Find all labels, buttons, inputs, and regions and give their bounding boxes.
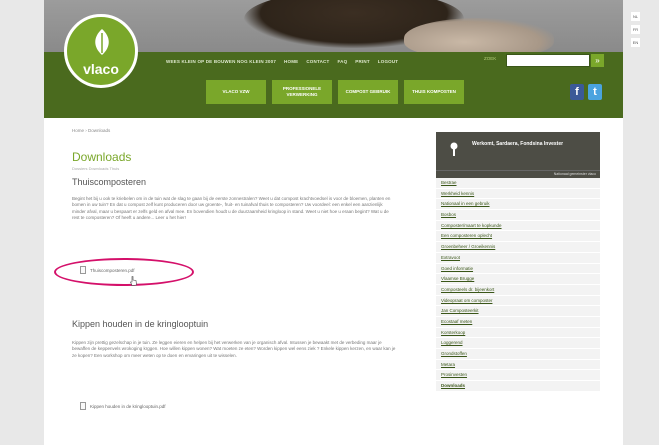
- sidebar: Werkomt, Sardaera, Fondsina Invester Nat…: [436, 132, 600, 392]
- sidebar-item-downloads[interactable]: Downloads: [436, 381, 600, 392]
- main-nav-compost-gebruik[interactable]: COMPOST GEBRUIK: [338, 80, 398, 104]
- breadcrumb[interactable]: Home › Downloads: [72, 128, 110, 133]
- sidebar-title: Werkomt, Sardaera, Fondsina Invester: [472, 141, 564, 147]
- footer: [44, 430, 623, 445]
- sidebar-item[interactable]: Korsterkoop: [436, 327, 600, 339]
- section-text-thuiscomposteren: Begint het bij u ook te kriebelen om in …: [72, 196, 391, 221]
- top-nav-logout[interactable]: LOGOUT: [378, 59, 398, 64]
- sidebar-item[interactable]: Prosinvesten: [436, 370, 600, 382]
- sidebar-item[interactable]: Werkheid kennis: [436, 188, 600, 200]
- sidebar-item[interactable]: Metara: [436, 359, 600, 371]
- search-input[interactable]: [506, 54, 590, 67]
- page: vlaco WEES KLEIN OP DE BOUWEN NOG KLEIN …: [44, 0, 623, 445]
- page-title: Downloads: [72, 150, 132, 164]
- section-title-thuiscomposteren: Thuiscomposteren: [72, 177, 147, 187]
- leaf-icon: [95, 29, 109, 55]
- search-button[interactable]: »: [591, 54, 604, 67]
- top-nav-print[interactable]: PRINT: [355, 59, 370, 64]
- sidebar-header: Werkomt, Sardaera, Fondsina Invester: [436, 132, 600, 170]
- download-label[interactable]: Kippen houden in de kringlooptuin.pdf: [90, 404, 166, 409]
- sub-breadcrumb[interactable]: Dossiers Downloads Thuis: [72, 166, 119, 171]
- top-nav-contact[interactable]: CONTACT: [306, 59, 329, 64]
- sidebar-item[interactable]: Composteels dr. bijeenkort: [436, 284, 600, 296]
- sidebar-item[interactable]: Goed informatie: [436, 263, 600, 275]
- sidebar-item[interactable]: Jan Composteerkit: [436, 306, 600, 317]
- sidebar-item[interactable]: Bestrae: [436, 178, 600, 189]
- sidebar-item[interactable]: Videopraat om composter: [436, 295, 600, 307]
- header: vlaco WEES KLEIN OP DE BOUWEN NOG KLEIN …: [44, 0, 623, 118]
- sidebar-item[interactable]: Grondstoffen: [436, 349, 600, 360]
- main-nav: VLACO VZW PROFESSIONELE VERWERKING COMPO…: [206, 80, 464, 104]
- language-tab-en[interactable]: EN: [631, 38, 640, 47]
- main-nav-vlaco-vzw[interactable]: VLACO VZW: [206, 80, 266, 104]
- sidebar-item[interactable]: Bosbos: [436, 210, 600, 221]
- hand-cursor-icon: [130, 276, 137, 286]
- sidebar-item[interactable]: Groenbeheer / Groeikennis: [436, 242, 600, 253]
- vlaco-logo[interactable]: vlaco: [64, 14, 138, 88]
- section-title-kippen: Kippen houden in de kringlooptuin: [72, 319, 209, 329]
- pdf-file-icon: [80, 402, 86, 410]
- sidebar-subline: Nationaal gemeinster vlaco: [436, 170, 600, 178]
- section-text-kippen: Kippen zijn prettig gezelschap in je tui…: [72, 340, 396, 358]
- search-label: ZOEK: [484, 56, 497, 61]
- sidebar-item[interactable]: Vlaamse Brugge: [436, 274, 600, 285]
- sidebar-item[interactable]: Extravoot: [436, 252, 600, 264]
- download-link-kippen[interactable]: Kippen houden in de kringlooptuin.pdf: [80, 402, 166, 410]
- key-icon: [450, 142, 458, 156]
- main-nav-thuis-komposten[interactable]: THUIS KOMPOSTEN: [404, 80, 464, 104]
- top-nav-home[interactable]: HOME: [284, 59, 298, 64]
- language-tab-nl[interactable]: NL: [631, 12, 640, 21]
- top-nav: WEES KLEIN OP DE BOUWEN NOG KLEIN 2007 H…: [166, 56, 398, 66]
- sidebar-item[interactable]: Een composteren oplecht: [436, 231, 600, 243]
- facebook-icon[interactable]: f: [570, 84, 584, 100]
- logo-text: vlaco: [83, 61, 119, 77]
- language-tab-fr[interactable]: FR: [631, 25, 640, 34]
- sidebar-item[interactable]: Ecostaaf meten: [436, 316, 600, 328]
- sidebar-item[interactable]: Nationaal in een gebruik: [436, 199, 600, 211]
- language-tabs: NL FR EN: [631, 12, 640, 47]
- main-nav-professionele-verwerking[interactable]: PROFESSIONELE VERWERKING: [272, 80, 332, 104]
- sidebar-item[interactable]: Composter/maart te kopkunde: [436, 220, 600, 232]
- sidebar-menu: Bestrae Werkheid kennis Nationaal in een…: [436, 178, 600, 392]
- social-links: f t: [570, 84, 602, 100]
- highlight-circle: [54, 258, 194, 286]
- sidebar-item[interactable]: Loggerend: [436, 338, 600, 349]
- top-nav-faq[interactable]: FAQ: [337, 59, 347, 64]
- twitter-icon[interactable]: t: [588, 84, 602, 100]
- top-nav-tagline[interactable]: WEES KLEIN OP DE BOUWEN NOG KLEIN 2007: [166, 59, 276, 64]
